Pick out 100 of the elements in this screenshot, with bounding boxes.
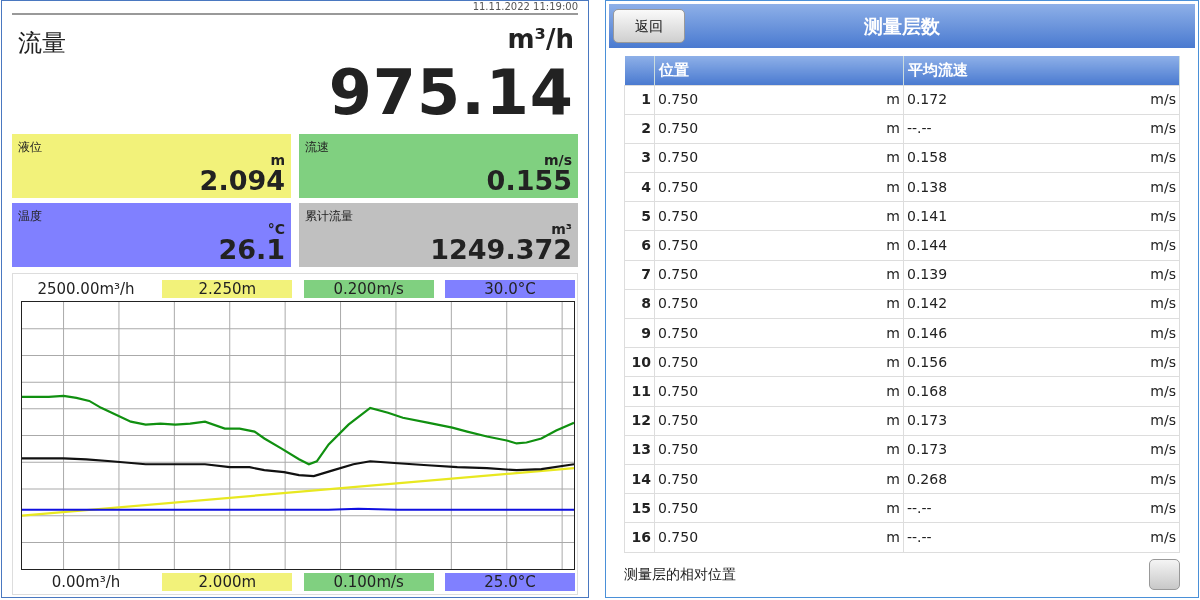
- column-header: 位置: [654, 56, 904, 85]
- velocity-unit: m/s: [1150, 440, 1176, 460]
- column-header: 平均流速: [903, 56, 1180, 85]
- row-number: 12: [624, 406, 655, 436]
- tile-label: 温度: [18, 207, 43, 225]
- position-unit: m: [886, 265, 900, 285]
- velocity-unit: m/s: [1150, 265, 1176, 285]
- page-title: 测量层数: [864, 13, 940, 39]
- velocity-unit: m/s: [1150, 411, 1176, 431]
- position-unit: m: [886, 323, 900, 343]
- row-number: 13: [624, 435, 655, 465]
- position-unit: m: [886, 294, 900, 314]
- position-value: 0.750: [658, 352, 699, 372]
- scale-min-label: 25.0°C: [445, 573, 575, 591]
- row-number: 6: [624, 230, 655, 261]
- position-unit: m: [886, 381, 900, 401]
- position-value: 0.750: [658, 119, 699, 139]
- velocity-unit: m/s: [1150, 236, 1176, 256]
- position-value: 0.750: [658, 411, 699, 431]
- scale-max-label: 2.250m: [162, 279, 293, 298]
- toggle-checkbox[interactable]: [1149, 558, 1180, 590]
- scale-max-label: 0.200m/s: [303, 279, 434, 298]
- position-value: 0.750: [658, 381, 699, 401]
- position-unit: m: [886, 440, 900, 460]
- velocity-unit: m/s: [1150, 206, 1176, 226]
- row-number: 3: [624, 143, 655, 173]
- row-number: 14: [624, 464, 655, 494]
- position-unit: m: [886, 119, 900, 139]
- scale-min-label: 2.000m: [162, 573, 293, 591]
- velocity-value: 0.138: [907, 177, 948, 197]
- tile-unit: m/s: [543, 152, 572, 167]
- back-button[interactable]: 返回: [613, 9, 685, 43]
- velocity-unit: m/s: [1150, 527, 1176, 547]
- position-value: 0.750: [658, 294, 699, 314]
- velocity-value: 0.172: [907, 90, 948, 110]
- position-value: 0.750: [658, 265, 699, 285]
- velocity-value: 0.268: [907, 469, 948, 489]
- position-unit: m: [886, 527, 900, 547]
- velocity-unit: m/s: [1150, 469, 1176, 489]
- velocity-value: --.--: [907, 498, 932, 518]
- scale-min-label: 0.100m/s: [303, 573, 434, 591]
- scale-max-label: 30.0°C: [445, 279, 575, 298]
- tile-label: 液位: [18, 138, 43, 156]
- tile-unit: m: [270, 152, 285, 167]
- row-number: 2: [624, 114, 655, 144]
- position-unit: m: [886, 90, 900, 110]
- velocity-value: 0.146: [907, 323, 948, 343]
- position-value: 0.750: [658, 206, 699, 226]
- velocity-value: 0.158: [907, 148, 948, 168]
- velocity-value: --.--: [907, 527, 932, 547]
- tile-value: 26.1: [218, 235, 285, 265]
- velocity-unit: m/s: [1150, 177, 1176, 197]
- velocity-unit: m/s: [1150, 352, 1176, 372]
- position-value: 0.750: [658, 527, 699, 547]
- velocity-unit: m/s: [1150, 119, 1176, 139]
- row-number: 10: [624, 347, 655, 377]
- row-number: 7: [624, 260, 655, 290]
- row-number: 1: [624, 85, 655, 115]
- velocity-unit: m/s: [1150, 90, 1176, 110]
- velocity-value: 0.156: [907, 352, 948, 372]
- position-unit: m: [886, 411, 900, 431]
- row-number: 4: [624, 172, 655, 202]
- velocity-value: 0.173: [907, 440, 948, 460]
- tile-value: 2.094: [199, 166, 285, 196]
- row-number: 16: [624, 522, 655, 552]
- velocity-unit: m/s: [1150, 381, 1176, 401]
- velocity-value: 0.173: [907, 411, 948, 431]
- position-value: 0.750: [658, 90, 699, 110]
- velocity-value: 0.142: [907, 294, 948, 314]
- position-unit: m: [886, 206, 900, 226]
- velocity-unit: m/s: [1150, 323, 1176, 343]
- flow-value: 975.14: [328, 61, 574, 124]
- velocity-value: 0.168: [907, 381, 948, 401]
- tile-unit: °C: [267, 221, 285, 236]
- row-number: 9: [624, 318, 655, 348]
- position-value: 0.750: [658, 498, 699, 518]
- row-number: 11: [624, 376, 655, 407]
- position-unit: m: [886, 236, 900, 256]
- velocity-value: 0.144: [907, 236, 948, 256]
- position-value: 0.750: [658, 177, 699, 197]
- row-number: 15: [624, 493, 655, 523]
- tile-unit: m³: [551, 221, 572, 236]
- position-unit: m: [886, 498, 900, 518]
- velocity-unit: m/s: [1150, 498, 1176, 518]
- velocity-value: --.--: [907, 119, 932, 139]
- position-value: 0.750: [658, 440, 699, 460]
- position-unit: m: [886, 148, 900, 168]
- row-number: 5: [624, 201, 655, 231]
- position-value: 0.750: [658, 469, 699, 489]
- footer-label: 测量层的相对位置: [624, 564, 736, 584]
- tile-value: 0.155: [486, 166, 572, 196]
- velocity-value: 0.139: [907, 265, 948, 285]
- velocity-unit: m/s: [1150, 294, 1176, 314]
- position-unit: m: [886, 177, 900, 197]
- position-unit: m: [886, 352, 900, 372]
- tile-label: 流速: [305, 138, 330, 156]
- velocity-unit: m/s: [1150, 148, 1176, 168]
- row-number: 8: [624, 289, 655, 319]
- flow-title: 流量: [18, 28, 66, 59]
- position-value: 0.750: [658, 236, 699, 256]
